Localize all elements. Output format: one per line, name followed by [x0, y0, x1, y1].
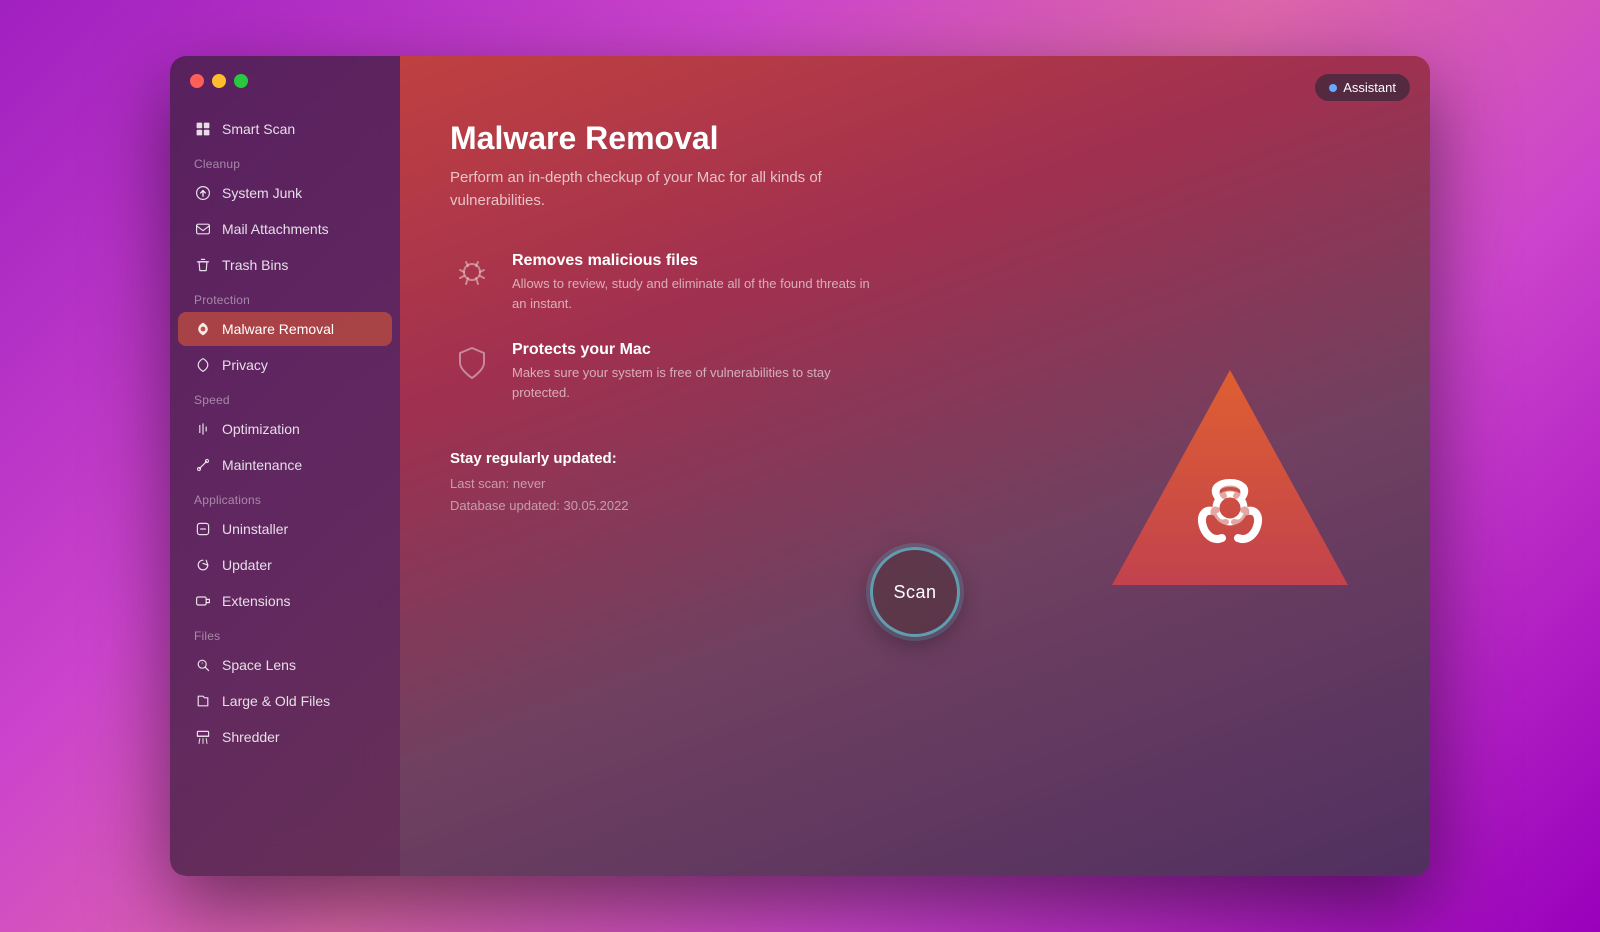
maximize-button[interactable] [234, 74, 248, 88]
sidebar-section-files: Files [170, 619, 400, 647]
assistant-dot [1329, 84, 1337, 92]
feature-title: Removes malicious files [512, 252, 872, 270]
feature-title: Protects your Mac [512, 341, 872, 359]
feature-removes-malicious: Removes malicious files Allows to review… [450, 252, 1380, 313]
smart-scan-icon [194, 120, 212, 138]
sidebar-item-mail-attachments[interactable]: Mail Attachments [178, 212, 392, 246]
sidebar-item-label: Trash Bins [222, 257, 376, 273]
space-lens-icon [194, 656, 212, 674]
sidebar-item-space-lens[interactable]: Space Lens [178, 648, 392, 682]
malware-icon [194, 320, 212, 338]
mail-icon [194, 220, 212, 238]
scan-button[interactable]: Scan [870, 547, 960, 637]
sidebar-item-trash-bins[interactable]: Trash Bins [178, 248, 392, 282]
sidebar-item-uninstaller[interactable]: Uninstaller [178, 512, 392, 546]
sidebar-item-system-junk[interactable]: System Junk [178, 176, 392, 210]
privacy-icon [194, 356, 212, 374]
shield-icon [450, 341, 494, 385]
biohazard-icon [1090, 340, 1370, 620]
sidebar: Smart Scan Cleanup System Junk Mail Att [170, 56, 400, 876]
updater-icon [194, 556, 212, 574]
app-window: Smart Scan Cleanup System Junk Mail Att [170, 56, 1430, 876]
feature-protects-text: Protects your Mac Makes sure your system… [512, 341, 872, 402]
sidebar-item-malware-removal[interactable]: Malware Removal [178, 312, 392, 346]
sidebar-item-maintenance[interactable]: Maintenance [178, 448, 392, 482]
page-title: Malware Removal [450, 120, 1380, 157]
trash-icon [194, 256, 212, 274]
sidebar-item-label: Uninstaller [222, 521, 376, 537]
sidebar-item-label: Privacy [222, 357, 376, 373]
main-content: Assistant [400, 56, 1430, 876]
minimize-button[interactable] [212, 74, 226, 88]
shredder-icon [194, 728, 212, 746]
assistant-button[interactable]: Assistant [1315, 74, 1410, 101]
system-junk-icon [194, 184, 212, 202]
feature-desc: Makes sure your system is free of vulner… [512, 363, 872, 402]
page-subtitle: Perform an in-depth checkup of your Mac … [450, 167, 830, 212]
sidebar-item-label: Shredder [222, 729, 376, 745]
sidebar-item-label: Malware Removal [222, 321, 376, 337]
feature-removes-text: Removes malicious files Allows to review… [512, 252, 872, 313]
sidebar-item-large-old-files[interactable]: Large & Old Files [178, 684, 392, 718]
sidebar-item-shredder[interactable]: Shredder [178, 720, 392, 754]
optimization-icon [194, 420, 212, 438]
extensions-icon [194, 592, 212, 610]
sidebar-item-label: Space Lens [222, 657, 376, 673]
assistant-label: Assistant [1343, 80, 1396, 95]
sidebar-item-label: System Junk [222, 185, 376, 201]
sidebar-item-label: Large & Old Files [222, 693, 376, 709]
large-files-icon [194, 692, 212, 710]
sidebar-item-label: Mail Attachments [222, 221, 376, 237]
sidebar-section-protection: Protection [170, 283, 400, 311]
sidebar-item-label: Smart Scan [222, 121, 376, 137]
sidebar-item-smart-scan[interactable]: Smart Scan [178, 112, 392, 146]
uninstaller-icon [194, 520, 212, 538]
sidebar-item-label: Optimization [222, 421, 376, 437]
sidebar-section-applications: Applications [170, 483, 400, 511]
sidebar-item-updater[interactable]: Updater [178, 548, 392, 582]
sidebar-item-label: Updater [222, 557, 376, 573]
maintenance-icon [194, 456, 212, 474]
feature-desc: Allows to review, study and eliminate al… [512, 274, 872, 313]
sidebar-item-extensions[interactable]: Extensions [178, 584, 392, 618]
sidebar-item-label: Maintenance [222, 457, 376, 473]
close-button[interactable] [190, 74, 204, 88]
sidebar-item-optimization[interactable]: Optimization [178, 412, 392, 446]
bug-icon [450, 252, 494, 296]
sidebar-item-privacy[interactable]: Privacy [178, 348, 392, 382]
traffic-lights [190, 74, 248, 88]
sidebar-section-speed: Speed [170, 383, 400, 411]
sidebar-item-label: Extensions [222, 593, 376, 609]
sidebar-section-cleanup: Cleanup [170, 147, 400, 175]
